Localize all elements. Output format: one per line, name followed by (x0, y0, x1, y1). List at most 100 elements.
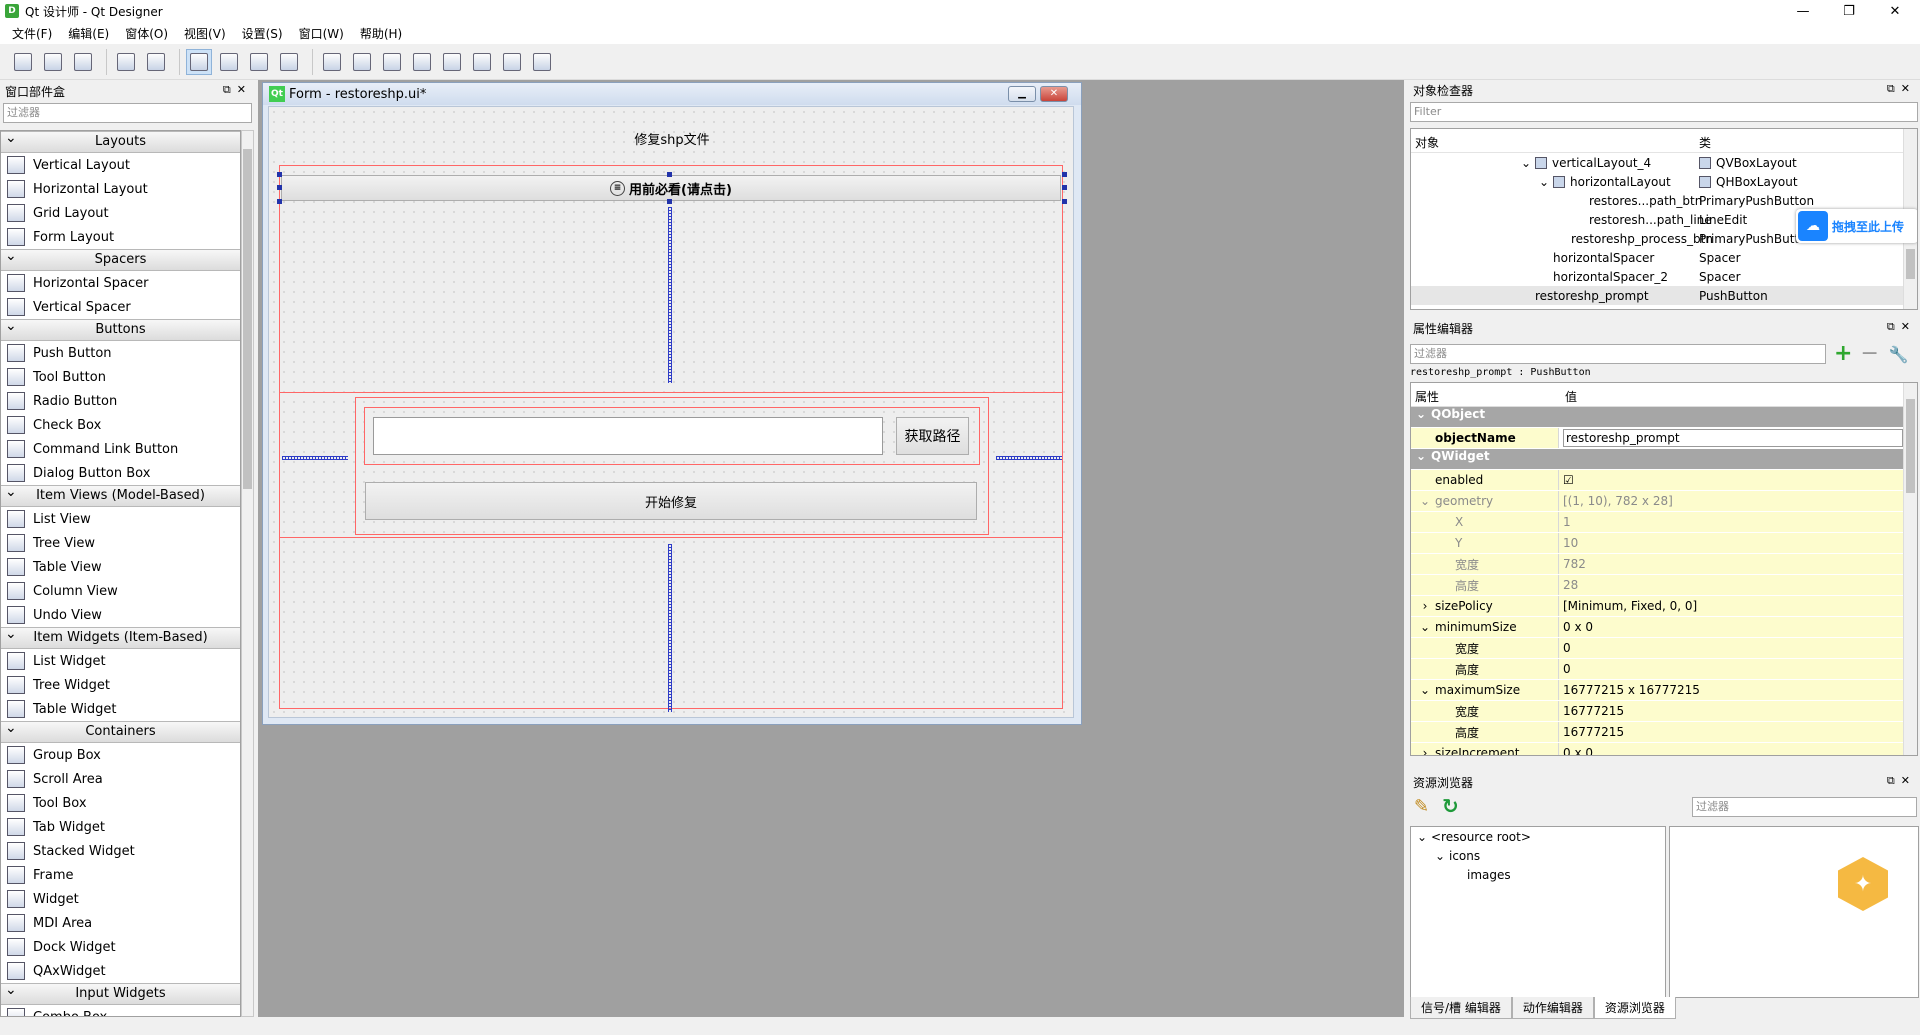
form-canvas[interactable]: 修复shp文件 ≡ 用前必看(请点击) 获取路径 开始修复 (268, 106, 1074, 718)
widget-item[interactable]: Tree Widget (1, 673, 240, 697)
property-row[interactable]: ⌄ maximumSize 16777215 x 16777215 (1411, 680, 1903, 701)
expand-arrow-icon[interactable]: ⌄ (1415, 494, 1435, 508)
bottom-tab[interactable]: 信号/槽 编辑器 (1410, 997, 1512, 1019)
layout-v-splitter-icon[interactable] (409, 49, 435, 75)
widget-item[interactable]: Radio Button (1, 389, 240, 413)
expand-arrow-icon[interactable]: ⌄ (1517, 156, 1535, 170)
widget-item[interactable]: Tool Box (1, 791, 240, 815)
bring-front-icon[interactable] (113, 49, 139, 75)
widget-item[interactable]: Vertical Spacer (1, 295, 240, 319)
horizontal-spacer-2[interactable] (996, 456, 1062, 460)
edit-tab-order-icon[interactable] (276, 49, 302, 75)
widget-item[interactable]: Table Widget (1, 697, 240, 721)
property-filter[interactable]: 过滤器 (1410, 344, 1826, 364)
property-row[interactable]: 高度 16777215 (1411, 722, 1903, 743)
resource-filter[interactable]: 过滤器 (1692, 797, 1917, 817)
expand-arrow-icon[interactable]: › (1415, 746, 1435, 755)
bottom-tab[interactable]: 动作编辑器 (1511, 997, 1594, 1019)
property-row[interactable]: 高度 28 (1411, 575, 1903, 596)
form-minimize-button[interactable]: ▁ (1008, 86, 1036, 102)
layout-vertical-icon[interactable] (349, 49, 375, 75)
remove-property-icon[interactable]: − (1860, 343, 1878, 365)
widget-category[interactable]: Item Views (Model-Based) (1, 482, 240, 507)
widget-item[interactable]: Table View (1, 555, 240, 579)
widget-category[interactable]: Containers (1, 718, 240, 743)
property-row[interactable]: ⌄ minimumSize 0 x 0 (1411, 617, 1903, 638)
expand-arrow-icon[interactable]: ⌄ (1415, 620, 1435, 634)
object-tree-row[interactable]: ⌄ verticalLayout_4 QVBoxLayout (1411, 153, 1917, 172)
edit-resources-icon[interactable]: ✎ (1414, 796, 1429, 817)
menu-item[interactable]: 视图(V) (176, 25, 234, 42)
start-repair-button[interactable]: 开始修复 (365, 482, 977, 520)
adjust-size-icon[interactable] (529, 49, 555, 75)
widget-item[interactable]: Tree View (1, 531, 240, 555)
minimize-button[interactable]: — (1780, 0, 1826, 22)
object-tree-row[interactable]: ⌄ horizontalLayout QHBoxLayout (1411, 172, 1917, 191)
widget-item[interactable]: Combo Box (1, 1005, 240, 1016)
widget-item[interactable]: Stacked Widget (1, 839, 240, 863)
property-row[interactable]: ⌄ geometry [(1, 10), 782 x 28] (1411, 491, 1903, 512)
widget-item[interactable]: Horizontal Layout (1, 177, 240, 201)
widget-item[interactable]: Dialog Button Box (1, 461, 240, 485)
widget-box-scrollbar[interactable] (241, 130, 254, 1017)
widget-item[interactable]: Vertical Layout (1, 153, 240, 177)
dock-buttons[interactable]: ⧉✕ (1887, 774, 1916, 788)
widget-item[interactable]: Undo View (1, 603, 240, 627)
widget-item[interactable]: Tool Button (1, 365, 240, 389)
break-layout-icon[interactable] (499, 49, 525, 75)
widget-item[interactable]: Group Box (1, 743, 240, 767)
layout-grid-icon[interactable] (439, 49, 465, 75)
resource-tree-row[interactable]: ⌄ icons (1411, 846, 1665, 865)
expand-arrow-icon[interactable]: › (1415, 599, 1435, 613)
object-tree-row[interactable]: restores...path_btn PrimaryPushButton (1411, 191, 1917, 210)
widget-item[interactable]: Tab Widget (1, 815, 240, 839)
widget-item[interactable]: QAxWidget (1, 959, 240, 983)
layout-h-splitter-icon[interactable] (379, 49, 405, 75)
menu-item[interactable]: 窗口(W) (291, 25, 352, 42)
form-close-button[interactable]: ✕ (1040, 86, 1068, 102)
vertical-spacer-bottom[interactable] (668, 544, 672, 712)
property-row[interactable]: 宽度 0 (1411, 638, 1903, 659)
property-value[interactable]: restoreshp_prompt (1563, 429, 1903, 447)
widget-item[interactable]: Push Button (1, 341, 240, 365)
add-property-icon[interactable]: + (1834, 343, 1852, 365)
widget-category[interactable]: Item Widgets (Item-Based) (1, 624, 240, 649)
object-tree-row[interactable]: horizontalSpacer Spacer (1411, 248, 1917, 267)
property-row[interactable]: Y 10 (1411, 533, 1903, 554)
save-icon[interactable] (70, 49, 96, 75)
edit-buddies-icon[interactable] (246, 49, 272, 75)
edit-widgets-icon[interactable] (186, 48, 212, 75)
dock-buttons[interactable]: ⧉✕ (1887, 82, 1916, 96)
maximize-button[interactable]: ❐ (1826, 0, 1872, 22)
menu-item[interactable]: 窗体(O) (117, 25, 176, 42)
object-tree-row[interactable]: horizontalSpacer_2 Spacer (1411, 267, 1917, 286)
widget-item[interactable]: Scroll Area (1, 767, 240, 791)
prompt-button[interactable]: ≡ 用前必看(请点击) (281, 175, 1061, 201)
configure-icon[interactable]: 🔧 (1889, 345, 1909, 364)
dock-buttons[interactable]: ⧉✕ (1887, 320, 1916, 334)
close-button[interactable]: ✕ (1872, 0, 1918, 22)
widget-item[interactable]: Check Box (1, 413, 240, 437)
widget-item[interactable]: Form Layout (1, 225, 240, 249)
menu-item[interactable]: 编辑(E) (60, 25, 117, 42)
horizontal-spacer[interactable] (282, 456, 348, 460)
property-row[interactable]: 宽度 16777215 (1411, 701, 1903, 722)
property-scrollbar[interactable] (1903, 383, 1917, 755)
property-row[interactable]: objectName restoreshp_prompt (1411, 428, 1903, 449)
resource-tree-row[interactable]: images (1411, 865, 1665, 884)
property-row[interactable]: 高度 0 (1411, 659, 1903, 680)
widget-item[interactable]: Frame (1, 863, 240, 887)
widget-category[interactable]: Buttons (1, 316, 240, 341)
resource-tree-row[interactable]: ⌄ <resource root> (1411, 827, 1665, 846)
widget-category[interactable]: Layouts (1, 131, 240, 153)
widget-item[interactable]: Grid Layout (1, 201, 240, 225)
property-row[interactable]: 宽度 782 (1411, 554, 1903, 575)
property-row[interactable]: X1 (1411, 512, 1903, 533)
widget-item[interactable]: List Widget (1, 649, 240, 673)
open-file-icon[interactable] (40, 49, 66, 75)
widget-item[interactable]: Widget (1, 887, 240, 911)
reload-icon[interactable]: ↻ (1442, 794, 1459, 818)
expand-arrow-icon[interactable]: ⌄ (1413, 830, 1431, 844)
new-file-icon[interactable] (10, 49, 36, 75)
widget-item[interactable]: Horizontal Spacer (1, 271, 240, 295)
